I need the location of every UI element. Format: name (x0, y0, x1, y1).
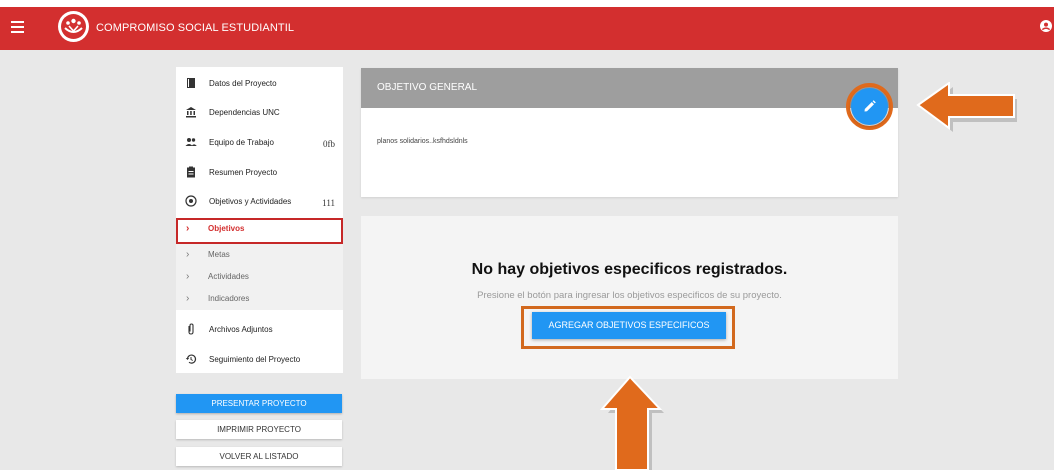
sidebar-subitem-actividades[interactable]: › Actividades (176, 266, 343, 288)
edit-objective-button[interactable] (851, 88, 888, 125)
user-account-icon[interactable] (1040, 20, 1052, 32)
sidebar-item-label: Datos del Proyecto (209, 79, 277, 88)
institution-icon (186, 107, 196, 118)
sidebar-item-label: Seguimiento del Proyecto (209, 355, 301, 364)
chevron-right-icon: › (186, 223, 190, 234)
clipboard-icon (187, 166, 195, 178)
paperclip-icon (188, 323, 194, 335)
project-sidebar: Datos del Proyecto Dependencias UNC Equi… (176, 67, 343, 373)
sidebar-item-label: Archivos Adjuntos (209, 325, 273, 334)
pencil-icon (864, 100, 876, 112)
empty-state-title: No hay objetivos especificos registrados… (471, 261, 788, 278)
sidebar-item-equipo[interactable]: Equipo de Trabajo 0fb (176, 128, 343, 156)
card-header: OBJETIVO GENERAL (361, 68, 898, 108)
card-title: OBJETIVO GENERAL (377, 82, 478, 93)
top-app-bar: COMPROMISO SOCIAL ESTUDIANTIL (0, 0, 1054, 50)
sidebar-item-objetivos-actividades[interactable]: Objetivos y Actividades 111 (176, 187, 343, 215)
general-objective-card: OBJETIVO GENERAL planos solidarios..ksfh… (361, 68, 898, 197)
sidebar-item-label: Dependencias UNC (209, 108, 280, 117)
chevron-right-icon: › (186, 271, 190, 282)
present-project-button[interactable]: PRESENTAR PROYECTO (176, 394, 342, 413)
arrow-up-annotation-icon (599, 375, 664, 470)
specific-objectives-empty-card: No hay objetivos especificos registrados… (361, 216, 898, 379)
sidebar-subitem-label: Objetivos (208, 224, 245, 233)
chevron-right-icon: › (186, 249, 190, 260)
objective-text: planos solidarios..ksfhdsldnls (377, 138, 468, 145)
sidebar-subitem-indicadores[interactable]: › Indicadores (176, 288, 343, 310)
history-icon (185, 354, 197, 364)
sidebar-item-dependencias[interactable]: Dependencias UNC (176, 98, 343, 126)
sidebar-subitem-label: Actividades (208, 272, 249, 281)
sidebar-subitem-objetivos[interactable]: › Objetivos (176, 218, 343, 244)
arrow-left-annotation-icon (916, 82, 1017, 132)
sidebar-item-seguimiento[interactable]: Seguimiento del Proyecto (176, 345, 343, 373)
add-specific-objectives-button[interactable]: AGREGAR OBJETIVOS ESPECIFICOS (532, 312, 726, 339)
sidebar-item-resumen[interactable]: Resumen Proyecto (176, 158, 343, 186)
sidebar-item-count: 0fb (323, 139, 335, 149)
chevron-right-icon: › (186, 293, 190, 304)
sidebar-subitem-metas[interactable]: › Metas (176, 244, 343, 266)
sidebar-item-datos-proyecto[interactable]: Datos del Proyecto (176, 69, 343, 97)
sidebar-item-label: Objetivos y Actividades (209, 197, 292, 206)
sidebar-item-count: 111 (322, 198, 335, 208)
sidebar-item-label: Equipo de Trabajo (209, 138, 274, 147)
hamburger-menu-icon[interactable] (11, 21, 24, 33)
sidebar-subitem-label: Metas (208, 250, 230, 259)
sidebar-item-label: Resumen Proyecto (209, 168, 278, 177)
logo-icon (58, 11, 89, 42)
book-icon (187, 78, 195, 88)
target-icon (185, 195, 197, 207)
sidebar-subitem-label: Indicadores (208, 294, 250, 303)
empty-state-subtitle: Presione el botón para ingresar los obje… (477, 290, 782, 301)
app-title: COMPROMISO SOCIAL ESTUDIANTIL (96, 22, 295, 34)
print-project-button[interactable]: IMPRIMIR PROYECTO (176, 420, 342, 439)
group-icon (185, 138, 197, 146)
back-to-list-button[interactable]: VOLVER AL LISTADO (176, 447, 342, 466)
sidebar-item-archivos[interactable]: Archivos Adjuntos (176, 315, 343, 343)
